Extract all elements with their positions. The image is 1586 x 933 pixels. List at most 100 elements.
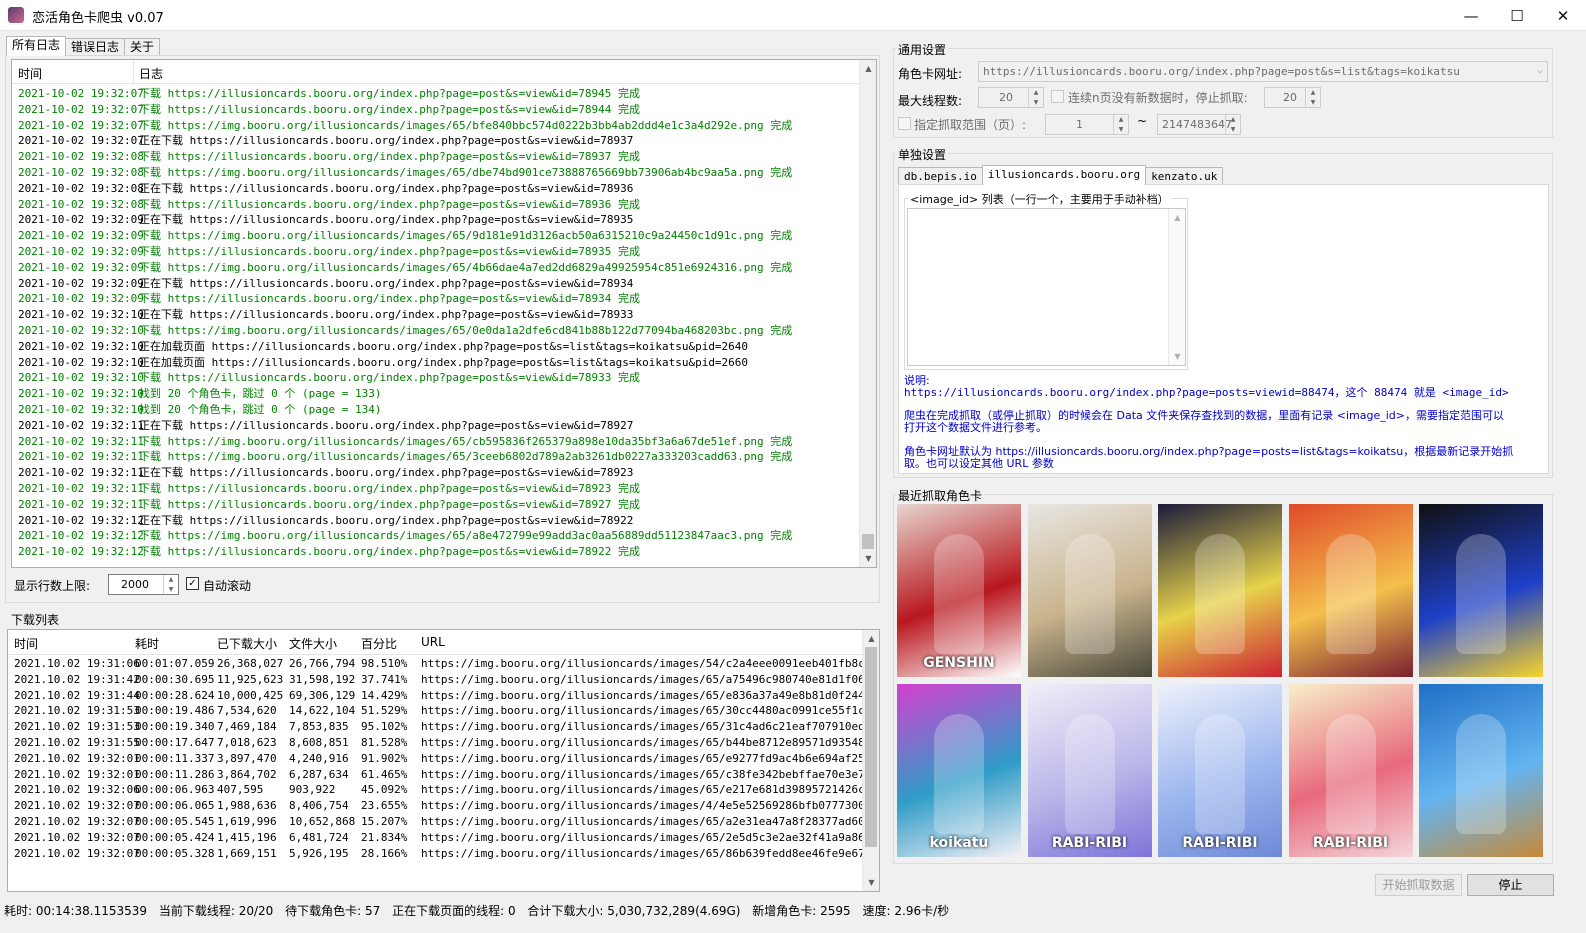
- character-card-thumbnail[interactable]: [1419, 504, 1543, 677]
- download-row[interactable]: 2021.10.02 19:31:44 00:00:28.624 10,000,42…: [14, 688, 879, 704]
- log-row[interactable]: 2021-10-02 19:32:07下载 https://illusionca…: [18, 86, 640, 102]
- log-row[interactable]: 2021-10-02 19:32:10正在加载页面 https://illusi…: [18, 339, 748, 355]
- threads-input[interactable]: 20 ▲ ▼: [978, 87, 1044, 108]
- log-scrollbar[interactable]: ▲ ▼: [859, 60, 876, 567]
- tab-kenzato[interactable]: kenzato.uk: [1145, 167, 1224, 185]
- download-row[interactable]: 2021.10.02 19:32:07 00:00:05.328 1,669,151…: [14, 846, 879, 862]
- log-row[interactable]: 2021-10-02 19:32:08正在下载 https://illusion…: [18, 181, 633, 197]
- download-row[interactable]: 2021.10.02 19:31:55 00:00:17.647 7,018,623…: [14, 735, 879, 751]
- log-row[interactable]: 2021-10-02 19:32:09下载 https://img.booru.…: [18, 228, 792, 244]
- log-row[interactable]: 2021-10-02 19:32:11下载 https://illusionca…: [18, 481, 640, 497]
- log-row[interactable]: 2021-10-02 19:32:07下载 https://img.booru.…: [18, 118, 792, 134]
- log-row[interactable]: 2021-10-02 19:32:10正在加载页面 https://illusi…: [18, 355, 748, 371]
- download-row[interactable]: 2021.10.02 19:32:07 00:00:06.065 1,988,636…: [14, 798, 879, 814]
- tab-all-logs[interactable]: 所有日志: [6, 36, 67, 56]
- log-row[interactable]: 2021-10-02 19:32:09正在下载 https://illusion…: [18, 276, 633, 292]
- character-card-thumbnail[interactable]: [1419, 684, 1543, 857]
- stop-after-spinner[interactable]: ▲ ▼: [1305, 88, 1320, 107]
- image-id-textarea[interactable]: ▲ ▼: [907, 208, 1186, 366]
- character-card-thumbnail[interactable]: GENSHIN: [897, 504, 1021, 677]
- log-col-log[interactable]: 日志: [139, 65, 163, 82]
- scroll-down-icon[interactable]: ▼: [863, 874, 879, 891]
- stop-button[interactable]: 停止: [1467, 874, 1554, 896]
- log-row[interactable]: 2021-10-02 19:32:12下载 https://img.booru.…: [18, 528, 792, 544]
- stop-after-checkbox[interactable]: [1051, 90, 1064, 103]
- auto-scroll-checkbox[interactable]: ✓: [186, 577, 199, 590]
- url-combobox[interactable]: https://illusioncards.booru.org/index.ph…: [978, 61, 1548, 82]
- scroll-thumb[interactable]: [862, 534, 874, 549]
- scroll-down-icon[interactable]: ▼: [860, 550, 876, 567]
- max-rows-spinner[interactable]: ▲ ▼: [163, 575, 178, 594]
- log-col-time[interactable]: 时间: [18, 65, 42, 82]
- log-row[interactable]: 2021-10-02 19:32:08下载 https://illusionca…: [18, 197, 640, 213]
- download-row[interactable]: 2021.10.02 19:31:53 00:00:19.486 7,534,620…: [14, 703, 879, 719]
- scroll-up-icon[interactable]: ▲: [860, 60, 876, 77]
- log-row[interactable]: 2021-10-02 19:32:10下载 https://img.booru.…: [18, 323, 792, 339]
- image-id-scrollbar[interactable]: ▲ ▼: [1168, 209, 1185, 365]
- threads-spinner[interactable]: ▲ ▼: [1028, 88, 1043, 107]
- scroll-down-icon[interactable]: ▼: [1169, 348, 1185, 365]
- dl-col-elapsed[interactable]: 耗时: [135, 635, 159, 652]
- character-card-thumbnail[interactable]: RABI-RIBI: [1158, 684, 1282, 857]
- log-row[interactable]: 2021-10-02 19:32:12下载 https://illusionca…: [18, 544, 640, 560]
- log-row[interactable]: 2021-10-02 19:32:11下载 https://img.booru.…: [18, 449, 792, 465]
- scroll-up-icon[interactable]: ▲: [1169, 209, 1185, 226]
- start-button[interactable]: 开始抓取数据: [1375, 874, 1462, 896]
- log-row[interactable]: 2021-10-02 19:32:09正在下载 https://illusion…: [18, 212, 633, 228]
- character-card-thumbnail[interactable]: [1027, 504, 1152, 677]
- dl-col-time[interactable]: 时间: [14, 635, 38, 652]
- range-to-input[interactable]: 2147483647 ▲ ▼: [1157, 114, 1241, 135]
- log-row[interactable]: 2021-10-02 19:32:10正在下载 https://illusion…: [18, 307, 633, 323]
- max-rows-input[interactable]: 2000 ▲ ▼: [108, 574, 179, 595]
- download-list[interactable]: 时间 耗时 已下载大小 文件大小 百分比 URL 2021.10.02 19:3…: [7, 629, 880, 892]
- dl-col-filesize[interactable]: 文件大小: [289, 635, 337, 652]
- character-card-thumbnail[interactable]: [1158, 504, 1282, 677]
- log-row[interactable]: 2021-10-02 19:32:09下载 https://illusionca…: [18, 291, 640, 307]
- log-row[interactable]: 2021-10-02 19:32:09下载 https://illusionca…: [18, 244, 640, 260]
- log-row[interactable]: 2021-10-02 19:32:11下载 https://illusionca…: [18, 497, 640, 513]
- character-card-thumbnail[interactable]: [1288, 504, 1413, 677]
- character-card-thumbnail[interactable]: RABI-RIBI: [1288, 684, 1413, 857]
- download-row[interactable]: 2021.10.02 19:32:01 00:00:11.286 3,864,702…: [14, 767, 879, 783]
- log-row[interactable]: 2021-10-02 19:32:08下载 https://illusionca…: [18, 149, 640, 165]
- dl-col-downloaded[interactable]: 已下载大小: [217, 635, 277, 652]
- close-button[interactable]: ✕: [1540, 0, 1586, 31]
- download-row[interactable]: 2021.10.02 19:31:42 00:00:30.695 11,925,62…: [14, 672, 879, 688]
- tab-db-bepis[interactable]: db.bepis.io: [898, 167, 983, 185]
- chevron-down-icon[interactable]: ⌵: [1538, 64, 1543, 79]
- log-row[interactable]: 2021-10-02 19:32:11正在下载 https://illusion…: [18, 465, 633, 481]
- log-row[interactable]: 2021-10-02 19:32:07下载 https://illusionca…: [18, 102, 640, 118]
- download-row[interactable]: 2021.10.02 19:32:06 00:00:06.963 407,595 90…: [14, 782, 879, 798]
- character-card-thumbnail[interactable]: koikatu: [897, 684, 1021, 857]
- download-row[interactable]: 2021.10.02 19:31:53 00:00:19.340 7,469,184…: [14, 719, 879, 735]
- maximize-button[interactable]: ☐: [1494, 0, 1540, 31]
- download-row[interactable]: 2021.10.02 19:32:01 00:00:11.337 3,897,470…: [14, 751, 879, 767]
- tab-about[interactable]: 关于: [124, 38, 161, 56]
- range-from-input[interactable]: 1 ▲ ▼: [1045, 114, 1129, 135]
- log-row[interactable]: 2021-10-02 19:32:09下载 https://img.booru.…: [18, 260, 792, 276]
- tab-error-logs[interactable]: 错误日志: [65, 38, 126, 56]
- character-card-thumbnail[interactable]: RABI-RIBI: [1027, 684, 1152, 857]
- log-row[interactable]: 2021-10-02 19:32:08下载 https://img.booru.…: [18, 165, 792, 181]
- download-row[interactable]: 2021.10.02 19:31:06 00:01:07.059 26,368,02…: [14, 656, 879, 672]
- scroll-up-icon[interactable]: ▲: [863, 630, 879, 647]
- log-row[interactable]: 2021-10-02 19:32:11下载 https://img.booru.…: [18, 434, 792, 450]
- download-scrollbar[interactable]: ▲ ▼: [862, 630, 879, 891]
- range-from-spinner[interactable]: ▲ ▼: [1113, 115, 1128, 134]
- log-row[interactable]: 2021-10-02 19:32:10下载 https://illusionca…: [18, 370, 640, 386]
- stop-after-input[interactable]: 20 ▲ ▼: [1264, 87, 1321, 108]
- log-row[interactable]: 2021-10-02 19:32:12正在下载 https://illusion…: [18, 513, 633, 529]
- tab-illusioncards[interactable]: illusioncards.booru.org: [981, 165, 1147, 185]
- download-row[interactable]: 2021.10.02 19:32:07 00:00:05.545 1,619,996…: [14, 814, 879, 830]
- range-checkbox[interactable]: [898, 117, 911, 130]
- download-row[interactable]: 2021.10.02 19:32:07 00:00:05.424 1,415,196…: [14, 830, 879, 846]
- dl-col-url[interactable]: URL: [421, 635, 445, 649]
- log-row[interactable]: 2021-10-02 19:32:07正在下载 https://illusion…: [18, 133, 633, 149]
- range-to-spinner[interactable]: ▲ ▼: [1225, 115, 1240, 134]
- log-list[interactable]: 时间 日志 2021-10-02 19:32:07下载 https://illu…: [11, 59, 877, 568]
- scroll-thumb[interactable]: [865, 647, 877, 847]
- minimize-button[interactable]: —: [1448, 0, 1494, 31]
- dl-col-percent[interactable]: 百分比: [361, 635, 397, 652]
- log-row[interactable]: 2021-10-02 19:32:10找到 20 个角色卡，跳过 0 个 (pa…: [18, 386, 381, 402]
- log-row[interactable]: 2021-10-02 19:32:11正在下载 https://illusion…: [18, 418, 633, 434]
